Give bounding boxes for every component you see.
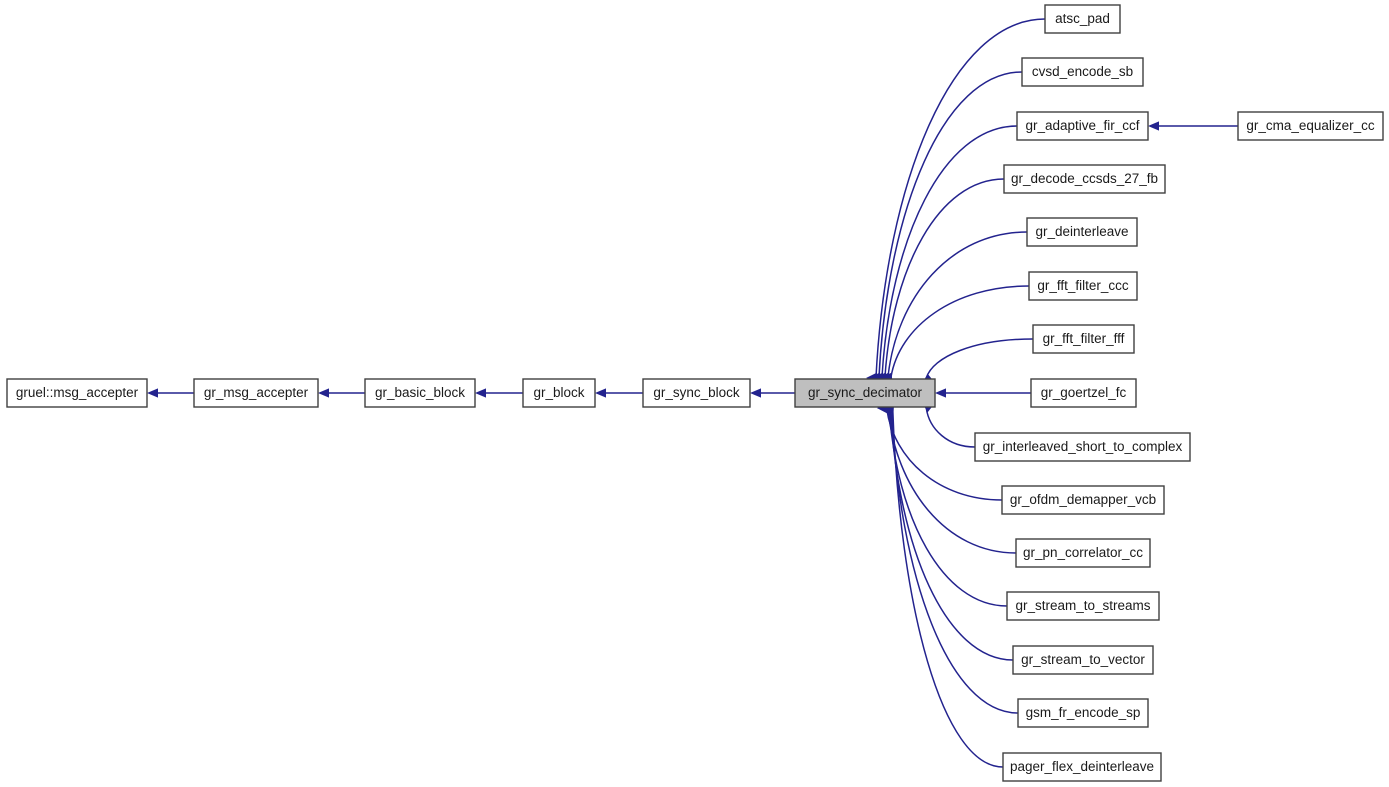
inheritance-edge-gr_deinterleave-to-gr_sync_decimator-line [887, 231, 1028, 378]
inheritance-edge-cvsd_encode_sb-to-gr_sync_decimator-line [878, 71, 1023, 378]
class-node-label-gr_stream_to_streams: gr_stream_to_streams [1015, 598, 1150, 613]
inheritance-edge-gr_cma_equalizer_cc-to-gr_adaptive_fir_ccf-arrowhead [1148, 121, 1159, 131]
inheritance-edge-gr_basic_block-to-gr_msg_accepter [318, 388, 365, 398]
inheritance-edge-gr_pn_correlator_cc-to-gr_sync_decimator [878, 404, 1017, 554]
class-node-cvsd_encode_sb[interactable]: cvsd_encode_sb [1021, 57, 1144, 87]
inheritance-diagram: gruel::msg_accepter gr_msg_accepter gr_bas… [0, 0, 1389, 787]
class-node-gr_pn_correlator_cc[interactable]: gr_pn_correlator_cc [1015, 538, 1151, 568]
inheritance-edge-gr_sync_decimator-to-gr_sync_block [750, 388, 795, 398]
class-node-gr_goertzel_fc[interactable]: gr_goertzel_fc [1030, 378, 1137, 408]
class-node-label-gr_basic_block: gr_basic_block [375, 385, 465, 400]
inheritance-edge-gr_fft_filter_fff-to-gr_sync_decimator-line [925, 338, 1034, 379]
inheritance-edge-gr_cma_equalizer_cc-to-gr_adaptive_fir_ccf [1148, 121, 1238, 131]
class-node-label-gr_sync_block: gr_sync_block [653, 385, 740, 400]
inheritance-edge-gr_sync_block-to-gr_block-arrowhead [595, 388, 606, 398]
class-node-label-gr_cma_equalizer_cc: gr_cma_equalizer_cc [1246, 118, 1375, 133]
class-node-label-gr_adaptive_fir_ccf: gr_adaptive_fir_ccf [1025, 118, 1139, 133]
class-node-gr_sync_block[interactable]: gr_sync_block [642, 378, 751, 408]
inheritance-edge-gr_basic_block-to-gr_msg_accepter-arrowhead [318, 388, 329, 398]
inheritance-edge-gr_block-to-gr_basic_block [475, 388, 523, 398]
class-node-label-gr_deinterleave: gr_deinterleave [1035, 224, 1128, 239]
class-node-gr_sync_decimator[interactable]: gr_sync_decimator [794, 378, 936, 408]
inheritance-edge-gr_fft_filter_ccc-to-gr_sync_decimator [881, 285, 1030, 382]
class-node-label-gr_pn_correlator_cc: gr_pn_correlator_cc [1023, 545, 1143, 560]
class-node-gr_deinterleave[interactable]: gr_deinterleave [1026, 217, 1138, 247]
inheritance-edge-gr_sync_decimator-to-gr_sync_block-arrowhead [750, 388, 761, 398]
inheritance-edge-cvsd_encode_sb-to-gr_sync_decimator [869, 71, 1023, 382]
class-node-gruel_msg_accepter[interactable]: gruel::msg_accepter [6, 378, 148, 408]
class-node-label-gr_msg_accepter: gr_msg_accepter [204, 385, 309, 400]
class-node-label-pager_flex_deinterleave: pager_flex_deinterleave [1010, 759, 1154, 774]
inheritance-edge-gr_goertzel_fc-to-gr_sync_decimator [935, 388, 1031, 398]
class-node-label-gr_fft_filter_fff: gr_fft_filter_fff [1043, 331, 1125, 346]
class-node-gr_stream_to_vector[interactable]: gr_stream_to_vector [1012, 645, 1154, 675]
inheritance-edge-gr_fft_filter_ccc-to-gr_sync_decimator-line [890, 285, 1030, 378]
class-node-label-gr_goertzel_fc: gr_goertzel_fc [1041, 385, 1127, 400]
inheritance-edge-gr_goertzel_fc-to-gr_sync_decimator-arrowhead [935, 388, 946, 398]
class-node-gr_cma_equalizer_cc[interactable]: gr_cma_equalizer_cc [1237, 111, 1384, 141]
inheritance-edge-gr_pn_correlator_cc-to-gr_sync_decimator-line [887, 408, 1017, 554]
class-node-gr_adaptive_fir_ccf[interactable]: gr_adaptive_fir_ccf [1016, 111, 1149, 141]
inheritance-graph-canvas: gruel::msg_accepter gr_msg_accepter gr_bas… [6, 4, 1384, 782]
inheritance-edge-gr_msg_accepter-to-gruel_msg_accepter [147, 388, 194, 398]
class-node-gr_block[interactable]: gr_block [522, 378, 596, 408]
inheritance-edge-gr_decode_ccsds_27_fb-to-gr_sync_decimator [875, 178, 1005, 382]
class-node-gr_fft_filter_fff[interactable]: gr_fft_filter_fff [1032, 324, 1135, 354]
class-node-atsc_pad[interactable]: atsc_pad [1044, 4, 1121, 34]
class-node-gr_msg_accepter[interactable]: gr_msg_accepter [193, 378, 319, 408]
class-node-gsm_fr_encode_sp[interactable]: gsm_fr_encode_sp [1017, 698, 1149, 728]
inheritance-edge-gr_sync_block-to-gr_block [595, 388, 643, 398]
class-node-pager_flex_deinterleave[interactable]: pager_flex_deinterleave [1002, 752, 1162, 782]
class-node-label-cvsd_encode_sb: cvsd_encode_sb [1032, 64, 1133, 79]
class-node-label-gr_sync_decimator: gr_sync_decimator [808, 385, 923, 400]
inheritance-edge-gr_deinterleave-to-gr_sync_decimator [878, 231, 1028, 382]
inheritance-edge-pager_flex_deinterleave-to-gr_sync_decimator-line [892, 408, 1004, 768]
class-node-label-gr_interleaved_short_to_complex: gr_interleaved_short_to_complex [983, 439, 1183, 454]
class-node-label-gr_fft_filter_ccc: gr_fft_filter_ccc [1037, 278, 1129, 293]
inheritance-edge-gr_adaptive_fir_ccf-to-gr_sync_decimator-line [881, 125, 1018, 378]
class-node-label-gr_decode_ccsds_27_fb: gr_decode_ccsds_27_fb [1011, 171, 1158, 186]
inheritance-edge-gr_msg_accepter-to-gruel_msg_accepter-arrowhead [147, 388, 158, 398]
class-node-label-gruel_msg_accepter: gruel::msg_accepter [16, 385, 139, 400]
class-node-label-gr_stream_to_vector: gr_stream_to_vector [1021, 652, 1145, 667]
class-node-gr_ofdm_demapper_vcb[interactable]: gr_ofdm_demapper_vcb [1001, 485, 1165, 515]
class-node-gr_stream_to_streams[interactable]: gr_stream_to_streams [1006, 591, 1160, 621]
nodes-layer: gruel::msg_accepter gr_msg_accepter gr_bas… [6, 4, 1384, 782]
inheritance-edge-gr_block-to-gr_basic_block-arrowhead [475, 388, 486, 398]
inheritance-edge-gr_interleaved_short_to_complex-to-gr_sync_decimator [923, 403, 976, 448]
class-node-label-gsm_fr_encode_sp: gsm_fr_encode_sp [1026, 705, 1141, 720]
inheritance-edge-gr_interleaved_short_to_complex-to-gr_sync_decimator-line [925, 407, 976, 448]
class-node-gr_basic_block[interactable]: gr_basic_block [364, 378, 476, 408]
class-node-label-atsc_pad: atsc_pad [1055, 11, 1110, 26]
inheritance-edge-atsc_pad-to-gr_sync_decimator [866, 18, 1046, 382]
class-node-gr_decode_ccsds_27_fb[interactable]: gr_decode_ccsds_27_fb [1003, 164, 1166, 194]
class-node-label-gr_ofdm_demapper_vcb: gr_ofdm_demapper_vcb [1010, 492, 1156, 507]
class-node-gr_fft_filter_ccc[interactable]: gr_fft_filter_ccc [1028, 271, 1138, 301]
inheritance-edge-gr_fft_filter_fff-to-gr_sync_decimator [923, 338, 1034, 383]
class-node-gr_interleaved_short_to_complex[interactable]: gr_interleaved_short_to_complex [974, 432, 1191, 462]
class-node-label-gr_block: gr_block [533, 385, 584, 400]
inheritance-edge-gr_decode_ccsds_27_fb-to-gr_sync_decimator-line [884, 178, 1005, 378]
